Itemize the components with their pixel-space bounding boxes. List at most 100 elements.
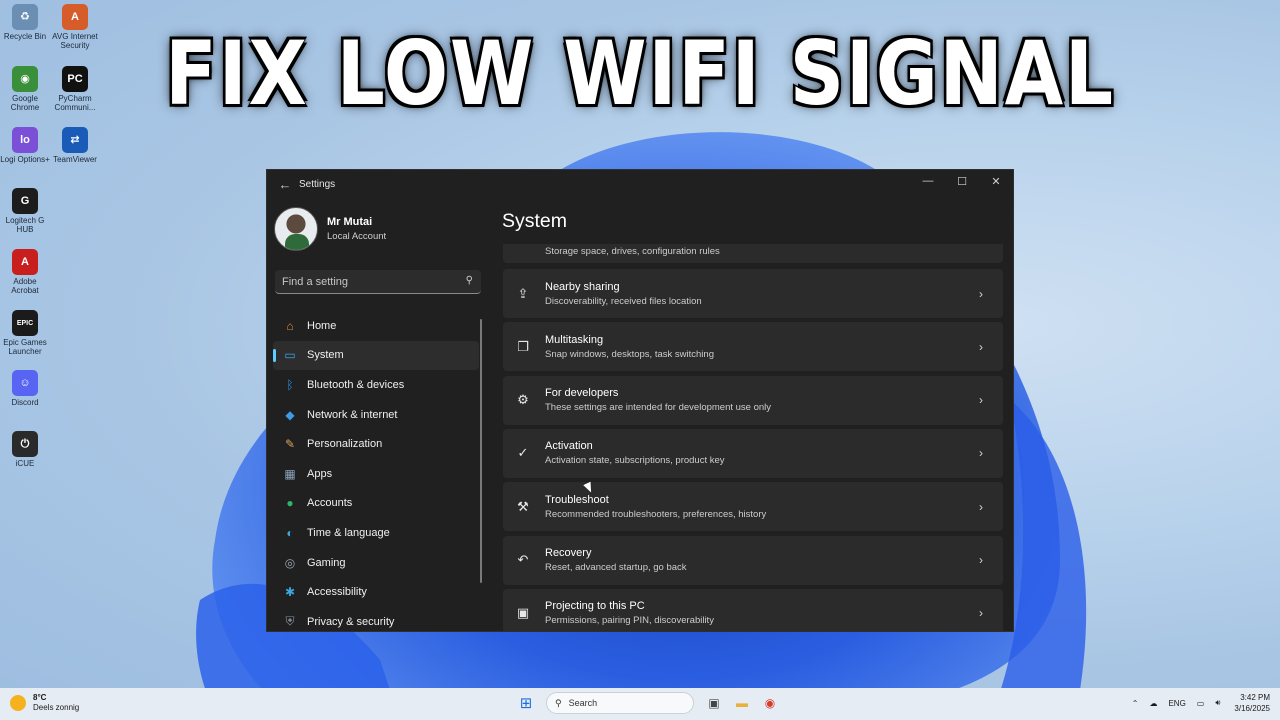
sidebar-item-network-internet[interactable]: ◆ Network & internet — [273, 400, 479, 430]
recovery-icon: ↶ — [517, 552, 529, 567]
search-input[interactable] — [282, 275, 452, 288]
sidebar-item-privacy-security[interactable]: ⛨ Privacy & security — [273, 607, 479, 631]
system-icon: ▭ — [284, 348, 296, 363]
card-subtitle: These settings are intended for developm… — [545, 402, 772, 414]
settings-card-troubleshoot[interactable]: ⚒ Troubleshoot Recommended troubleshooters… — [503, 482, 1003, 532]
volume-icon[interactable]: 🔊︎ — [1215, 698, 1220, 708]
activation-icon: ✓ — [517, 445, 529, 461]
card-title: Troubleshoot — [545, 493, 609, 506]
developer-icon: ⚙ — [517, 392, 529, 408]
card-title: Multitasking — [545, 333, 604, 346]
chevron-right-icon: › — [979, 339, 983, 354]
sidebar-item-label: Gaming — [307, 556, 346, 569]
settings-card-recovery[interactable]: ↶ Recovery Reset, advanced startup, go bac… — [503, 535, 1003, 585]
desktop-icon-chrome[interactable]: ◉ Google Chrome — [0, 66, 50, 112]
settings-card-projecting-to-this-pc[interactable]: ▣ Projecting to this PC Permissions, pairi… — [503, 588, 1003, 631]
chevron-right-icon: › — [979, 286, 983, 301]
video-headline: FIX LOW WIFI SIGNAL — [165, 22, 1115, 125]
sidebar-item-home[interactable]: ⌂ Home — [273, 311, 479, 341]
title-bar: ← Settings — ☐ ✕ — [267, 170, 1013, 198]
system-tray: ⌃ ☁ ENG ▭ 🔊︎ 3:42 PM 3/16/2025 — [1121, 692, 1270, 714]
avatar — [274, 207, 318, 251]
accounts-icon: ● — [286, 496, 294, 511]
maximize-button[interactable]: ☐ — [945, 170, 979, 192]
task-view-icon[interactable]: ▣ — [703, 692, 725, 714]
network-icon: ◆ — [285, 407, 295, 422]
card-title: Activation — [545, 440, 593, 453]
desktop-icon-label: Adobe Acrobat — [11, 277, 39, 295]
settings-card-activation[interactable]: ✓ Activation Activation state, subscriptio… — [503, 428, 1003, 478]
settings-card-list: ▬ Storage space, drives, configuration ru… — [503, 244, 1003, 631]
sidebar-item-accounts[interactable]: ● Accounts — [273, 489, 479, 519]
storage-icon: ▬ — [515, 244, 531, 246]
desktop-icon-epic[interactable]: EPIC Epic Games Launcher — [0, 310, 50, 356]
sidebar-item-apps[interactable]: ▦ Apps — [273, 459, 479, 489]
sidebar-item-bluetooth-devices[interactable]: ᛒ Bluetooth & devices — [273, 370, 479, 400]
card-subtitle: Activation state, subscriptions, product… — [545, 455, 725, 467]
settings-card-storage[interactable]: ▬ Storage space, drives, configuration ru… — [503, 244, 1003, 263]
desktop-icon-acrobat[interactable]: A Adobe Acrobat — [0, 249, 50, 295]
sidebar-item-accessibility[interactable]: ✱ Accessibility — [273, 577, 479, 607]
profile-name: Mr Mutai — [327, 216, 373, 228]
clock-date: 3/16/2025 — [1234, 704, 1270, 713]
chevron-right-icon: › — [979, 553, 983, 567]
sidebar-item-gaming[interactable]: ◎ Gaming — [273, 548, 479, 578]
sun-icon — [10, 695, 26, 711]
display-icon[interactable]: ▭ — [1197, 699, 1205, 708]
back-arrow-icon[interactable]: ← — [273, 177, 297, 192]
desktop-icon-logi[interactable]: lo Logi Options+ — [0, 127, 50, 164]
accessibility-icon: ✱ — [284, 585, 296, 600]
desktop-icon-ghub[interactable]: G Logitech G HUB — [0, 188, 50, 234]
chrome-taskbar-icon[interactable]: ◉ — [759, 692, 781, 714]
sidebar-item-personalization[interactable]: ✎ Personalization — [273, 429, 479, 459]
file-explorer-icon[interactable]: ▬ — [731, 692, 753, 714]
desktop-icon-discord[interactable]: ☺ Discord — [0, 370, 50, 407]
desktop-icon-recycle-bin[interactable]: ♻ Recycle Bin — [0, 4, 50, 41]
sidebar-item-label: Accessibility — [307, 586, 367, 599]
desktop-icon-label: Logitech G HUB — [5, 216, 45, 234]
sidebar-item-label: System — [307, 349, 344, 362]
chevron-right-icon: › — [979, 606, 983, 621]
card-title: Nearby sharing — [545, 280, 620, 293]
sidebar-scrollbar[interactable] — [480, 319, 482, 583]
taskbar-search[interactable]: ⚲ Search — [546, 692, 694, 714]
sidebar: Mr Mutai Local Account ⚲ ⌂ Home ▭ System ᛒ Bl… — [267, 198, 491, 631]
window-controls: — ☐ ✕ — [911, 170, 1013, 192]
settings-card-nearby-sharing[interactable]: ⇪ Nearby sharing Discoverability, received… — [503, 269, 1003, 318]
desktop-icon-label: Google Chrome — [10, 94, 40, 112]
chevron-right-icon: › — [979, 393, 983, 408]
cloud-icon[interactable]: ☁ — [1149, 699, 1157, 708]
card-subtitle: Recommended troubleshooters, preferences… — [545, 508, 767, 520]
weather-widget[interactable]: 8°C Deels zonnig — [10, 693, 79, 713]
sidebar-item-label: Time & language — [307, 526, 390, 539]
clock[interactable]: 3:42 PM 3/16/2025 — [1234, 692, 1270, 714]
desktop-icon-teamviewer[interactable]: ⇄ TeamViewer — [50, 127, 100, 164]
sidebar-item-system[interactable]: ▭ System — [273, 340, 479, 371]
card-title: Projecting to this PC — [545, 600, 645, 613]
desktop-icon-label: Recycle Bin — [3, 32, 47, 41]
clock-time: 3:42 PM — [1240, 693, 1270, 702]
user-profile[interactable]: Mr Mutai Local Account — [274, 207, 386, 251]
language-indicator[interactable]: ENG — [1168, 699, 1185, 708]
minimize-button[interactable]: — — [911, 170, 945, 192]
apps-icon: ▦ — [284, 466, 296, 481]
icue-icon: ⏻ — [12, 431, 38, 457]
close-button[interactable]: ✕ — [979, 170, 1013, 192]
taskbar-apps: ⊞ ⚲ Search ▣ ▬ ◉ — [512, 692, 784, 714]
recycle-bin-icon: ♻ — [12, 4, 38, 30]
settings-card-for-developers[interactable]: ⚙ For developers These settings are intend… — [503, 375, 1003, 425]
avg-icon: A — [62, 4, 88, 30]
weather-desc: Deels zonnig — [33, 703, 80, 712]
sidebar-item-label: Accounts — [307, 497, 353, 510]
epic-icon: EPIC — [12, 310, 38, 336]
settings-search[interactable]: ⚲ — [275, 270, 481, 294]
chevron-right-icon: › — [979, 499, 983, 514]
sidebar-item-time-language[interactable]: ◐ Time & language — [273, 518, 479, 548]
start-button[interactable]: ⊞ — [515, 692, 537, 714]
settings-card-multitasking[interactable]: ❐ Multitasking Snap windows, desktops, tas… — [503, 322, 1003, 372]
weather-temp: 8°C — [33, 693, 47, 702]
desktop-icon-icue[interactable]: ⏻ iCUE — [0, 431, 50, 468]
pycharm-icon: PC — [62, 66, 88, 92]
desktop-icon-label: Discord — [11, 398, 39, 407]
chevron-up-icon[interactable]: ⌃ — [1132, 699, 1139, 708]
